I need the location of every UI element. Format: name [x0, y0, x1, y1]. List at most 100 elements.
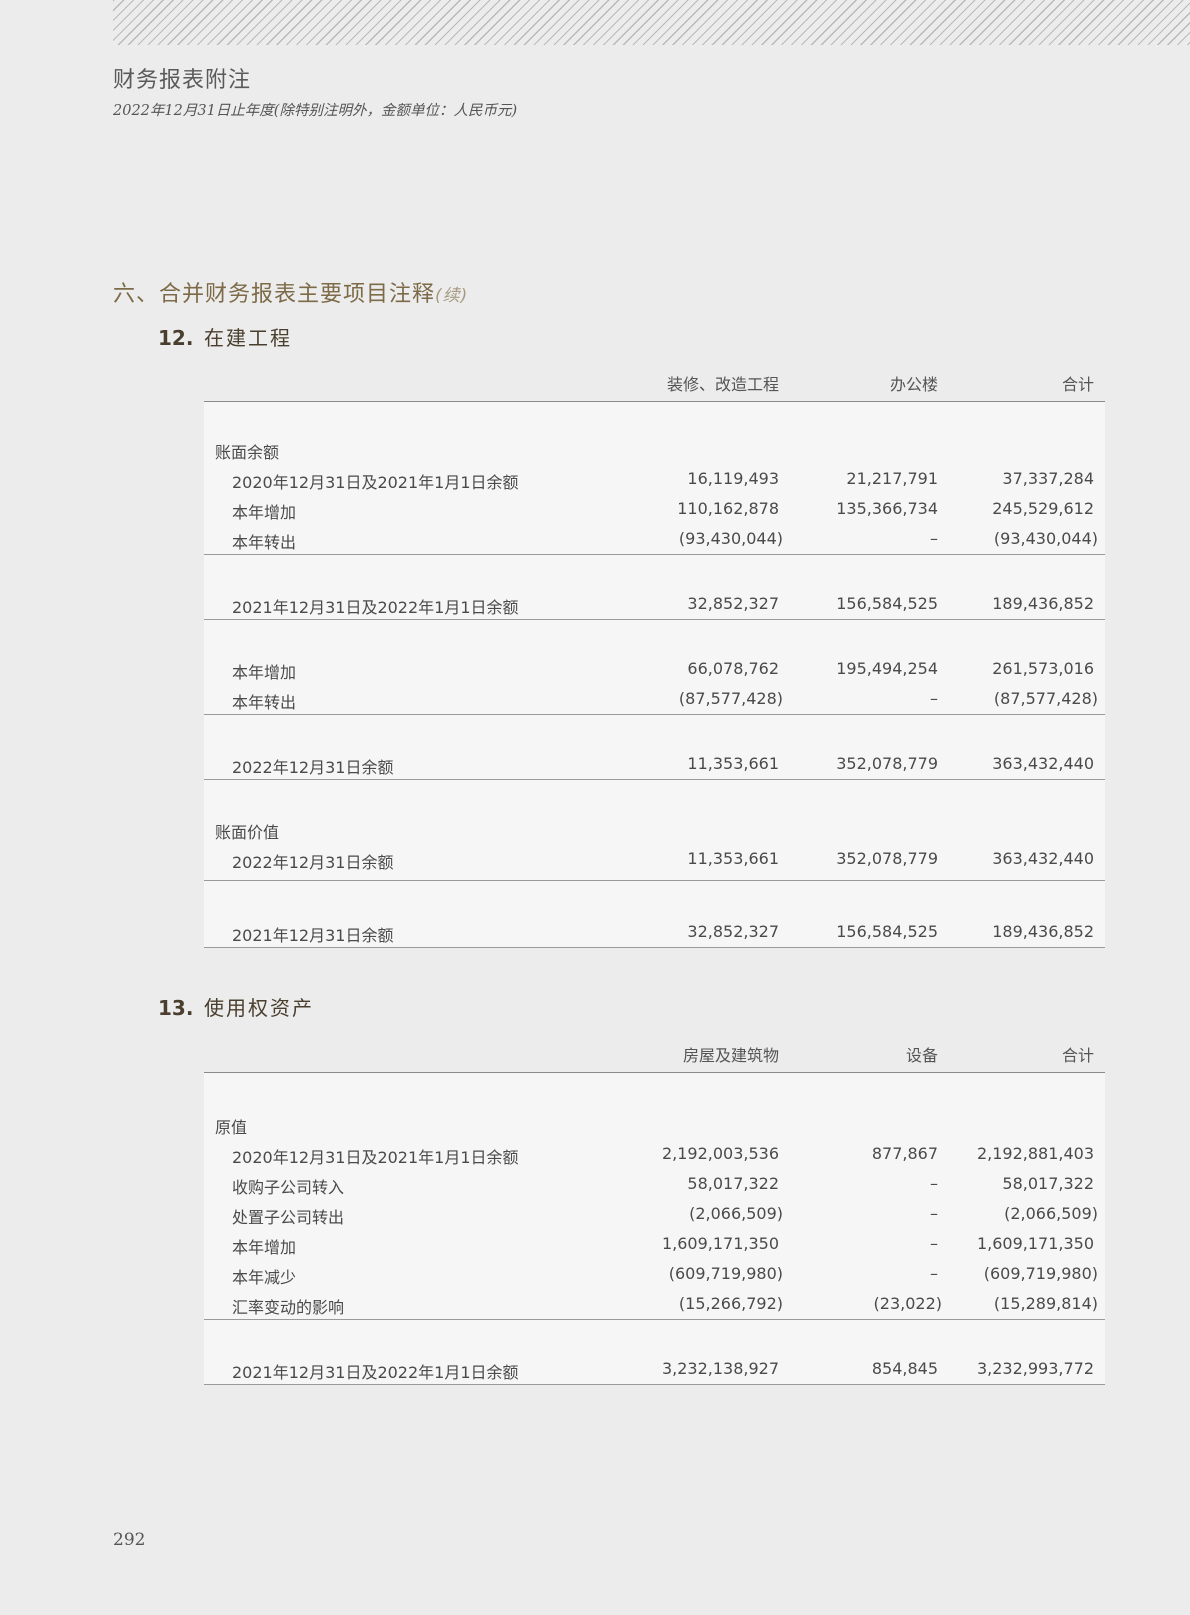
section-title-text: 六、合并财务报表主要项目注释 — [113, 282, 436, 307]
cell-value: (87,577,428) — [678, 689, 783, 708]
row-label: 2021年12月31日余额 — [232, 926, 394, 945]
table-row: 本年转出 (87,577,428) – (87,577,428) — [204, 684, 1105, 714]
table-row: 本年增加 1,609,171,350 – 1,609,171,350 — [204, 1229, 1105, 1259]
cell-value: 32,852,327 — [687, 594, 779, 613]
cell-value: 877,867 — [871, 1144, 938, 1163]
note12-title-text: 在建工程 — [204, 326, 292, 350]
cell-value: 11,353,661 — [687, 849, 779, 868]
note12-table: 装修、改造工程 办公楼 合计 账面余额 2020年12月31日及2021年1月1… — [204, 363, 1105, 948]
note13-table-header: 房屋及建筑物 设备 合计 — [204, 1034, 1105, 1073]
section-title: 六、合并财务报表主要项目注释(续) — [113, 276, 468, 308]
note12-number: 12. — [158, 326, 194, 350]
cell-value: 3,232,993,772 — [976, 1359, 1094, 1378]
row-label: 本年减少 — [232, 1268, 297, 1287]
cell-value: 363,432,440 — [992, 754, 1094, 773]
note12-table-header: 装修、改造工程 办公楼 合计 — [204, 363, 1105, 402]
group-row: 原值 — [204, 1109, 1105, 1139]
cell-value: 1,609,171,350 — [661, 1234, 779, 1253]
cell-value: – — [930, 1264, 938, 1283]
cell-value: 245,529,612 — [992, 499, 1094, 518]
table-row: 2020年12月31日及2021年1月1日余额 16,119,493 21,21… — [204, 464, 1105, 494]
cell-value: 195,494,254 — [836, 659, 938, 678]
note12-block-carrying: 账面价值 2022年12月31日余额 11,353,661 352,078,77… — [204, 780, 1105, 881]
cell-value: (609,719,980) — [983, 1264, 1098, 1283]
note12-block-gross: 账面余额 2020年12月31日及2021年1月1日余额 16,119,493 … — [204, 402, 1105, 555]
table-row: 本年增加 110,162,878 135,366,734 245,529,612 — [204, 494, 1105, 524]
table-row: 2022年12月31日余额 11,353,661 352,078,779 363… — [204, 749, 1105, 779]
cell-value: 854,845 — [871, 1359, 938, 1378]
table-row: 2020年12月31日及2021年1月1日余额 2,192,003,536 87… — [204, 1139, 1105, 1169]
table-row: 本年转出 (93,430,044) – (93,430,044) — [204, 524, 1105, 554]
table-row: 2021年12月31日余额 32,852,327 156,584,525 189… — [204, 917, 1105, 947]
cell-value: 135,366,734 — [836, 499, 938, 518]
page-header-subtitle: 2022年12月31日止年度(除特别注明外，金额单位：人民币元) — [113, 103, 518, 119]
row-label: 2020年12月31日及2021年1月1日余额 — [232, 473, 519, 492]
cell-value: 21,217,791 — [846, 469, 938, 488]
note13-table: 房屋及建筑物 设备 合计 原值 2020年12月31日及2021年1月1日余额 … — [204, 1034, 1105, 1385]
cell-value: (15,266,792) — [678, 1294, 783, 1313]
note12-col-header: 办公楼 — [889, 375, 938, 394]
cell-value: – — [930, 1234, 938, 1253]
row-label: 2021年12月31日及2022年1月1日余额 — [232, 598, 519, 617]
note13-table-body: 原值 2020年12月31日及2021年1月1日余额 2,192,003,536… — [204, 1073, 1105, 1385]
group-row: 账面余额 — [204, 434, 1105, 464]
cell-value: (2,066,509) — [1004, 1204, 1098, 1223]
cell-value: (2,066,509) — [689, 1204, 783, 1223]
group-label: 账面价值 — [215, 823, 280, 842]
cell-value: 261,573,016 — [992, 659, 1094, 678]
row-label: 本年转出 — [232, 693, 297, 712]
cell-value: (23,022) — [873, 1294, 942, 1313]
cell-value: 110,162,878 — [677, 499, 779, 518]
note12-block-bv2021: 2021年12月31日余额 32,852,327 156,584,525 189… — [204, 881, 1105, 948]
row-label: 2022年12月31日余额 — [232, 758, 394, 777]
cell-value: 32,852,327 — [687, 922, 779, 941]
group-label: 账面余额 — [215, 443, 280, 462]
note13-col-header: 房屋及建筑物 — [682, 1046, 779, 1065]
note13-col-header: 设备 — [905, 1046, 938, 1065]
cell-value: (93,430,044) — [678, 529, 783, 548]
cell-value: 58,017,322 — [1002, 1174, 1094, 1193]
page-header-title: 财务报表附注 — [113, 68, 252, 93]
cell-value: – — [930, 1174, 938, 1193]
note13-title: 13. 使用权资产 — [158, 992, 314, 1021]
cell-value: 11,353,661 — [687, 754, 779, 773]
cell-value: – — [930, 689, 938, 708]
cell-value: 66,078,762 — [687, 659, 779, 678]
cell-value: (609,719,980) — [668, 1264, 783, 1283]
cell-value: 352,078,779 — [836, 754, 938, 773]
note13-number: 13. — [158, 996, 194, 1020]
table-row: 2022年12月31日余额 11,353,661 352,078,779 363… — [204, 844, 1105, 874]
table-row: 2021年12月31日及2022年1月1日余额 32,852,327 156,5… — [204, 589, 1105, 619]
row-label: 本年增加 — [232, 503, 297, 522]
table-row: 处置子公司转出 (2,066,509) – (2,066,509) — [204, 1199, 1105, 1229]
note12-block-bal2022: 2022年12月31日余额 11,353,661 352,078,779 363… — [204, 715, 1105, 780]
row-label: 本年转出 — [232, 533, 297, 552]
cell-value: 16,119,493 — [687, 469, 779, 488]
header-hatch-band — [113, 0, 1190, 45]
row-label: 汇率变动的影响 — [232, 1298, 345, 1317]
table-row: 汇率变动的影响 (15,266,792) (23,022) (15,289,81… — [204, 1289, 1105, 1319]
cell-value: 189,436,852 — [992, 594, 1094, 613]
row-label: 2021年12月31日及2022年1月1日余额 — [232, 1363, 519, 1382]
table-row: 本年减少 (609,719,980) – (609,719,980) — [204, 1259, 1105, 1289]
note12-col-header: 装修、改造工程 — [666, 375, 779, 394]
group-label: 原值 — [215, 1118, 248, 1137]
note13-col-header: 合计 — [1061, 1046, 1094, 1065]
cell-value: 189,436,852 — [992, 922, 1094, 941]
cell-value: (93,430,044) — [993, 529, 1098, 548]
row-label: 收购子公司转入 — [232, 1178, 345, 1197]
cell-value: 3,232,138,927 — [661, 1359, 779, 1378]
table-row: 2021年12月31日及2022年1月1日余额 3,232,138,927 85… — [204, 1354, 1105, 1384]
group-row: 账面价值 — [204, 814, 1105, 844]
cell-value: 156,584,525 — [836, 594, 938, 613]
cell-value: (87,577,428) — [993, 689, 1098, 708]
cell-value: – — [930, 1204, 938, 1223]
note12-block-2022: 本年增加 66,078,762 195,494,254 261,573,016 … — [204, 620, 1105, 715]
note12-title: 12. 在建工程 — [158, 322, 292, 351]
cell-value: – — [930, 529, 938, 548]
cell-value: 352,078,779 — [836, 849, 938, 868]
table-row: 本年增加 66,078,762 195,494,254 261,573,016 — [204, 654, 1105, 684]
note13-block-bal2021: 2021年12月31日及2022年1月1日余额 3,232,138,927 85… — [204, 1320, 1105, 1385]
cell-value: 58,017,322 — [687, 1174, 779, 1193]
cell-value: 363,432,440 — [992, 849, 1094, 868]
